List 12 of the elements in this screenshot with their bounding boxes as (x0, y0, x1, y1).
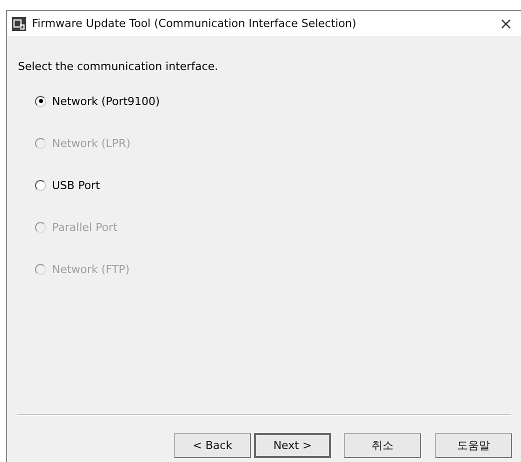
window-title: Firmware Update Tool (Communication Interface Selection) (32, 17, 358, 30)
dialog-button[interactable]: < Back (174, 433, 251, 458)
close-button[interactable]: × (491, 11, 521, 36)
option-label[interactable]: Network (Port9100) (52, 94, 160, 108)
dialog-button[interactable]: Next > (254, 433, 331, 458)
instruction-text: Select the communication interface. (18, 60, 220, 75)
app-icon (12, 16, 26, 30)
option-label[interactable]: USB Port (52, 178, 100, 192)
dialog-button[interactable]: 도움말 (435, 433, 512, 458)
radio-button[interactable] (35, 180, 46, 190)
radio-button[interactable] (35, 96, 46, 106)
dialog-button[interactable]: 취소 (344, 433, 421, 458)
